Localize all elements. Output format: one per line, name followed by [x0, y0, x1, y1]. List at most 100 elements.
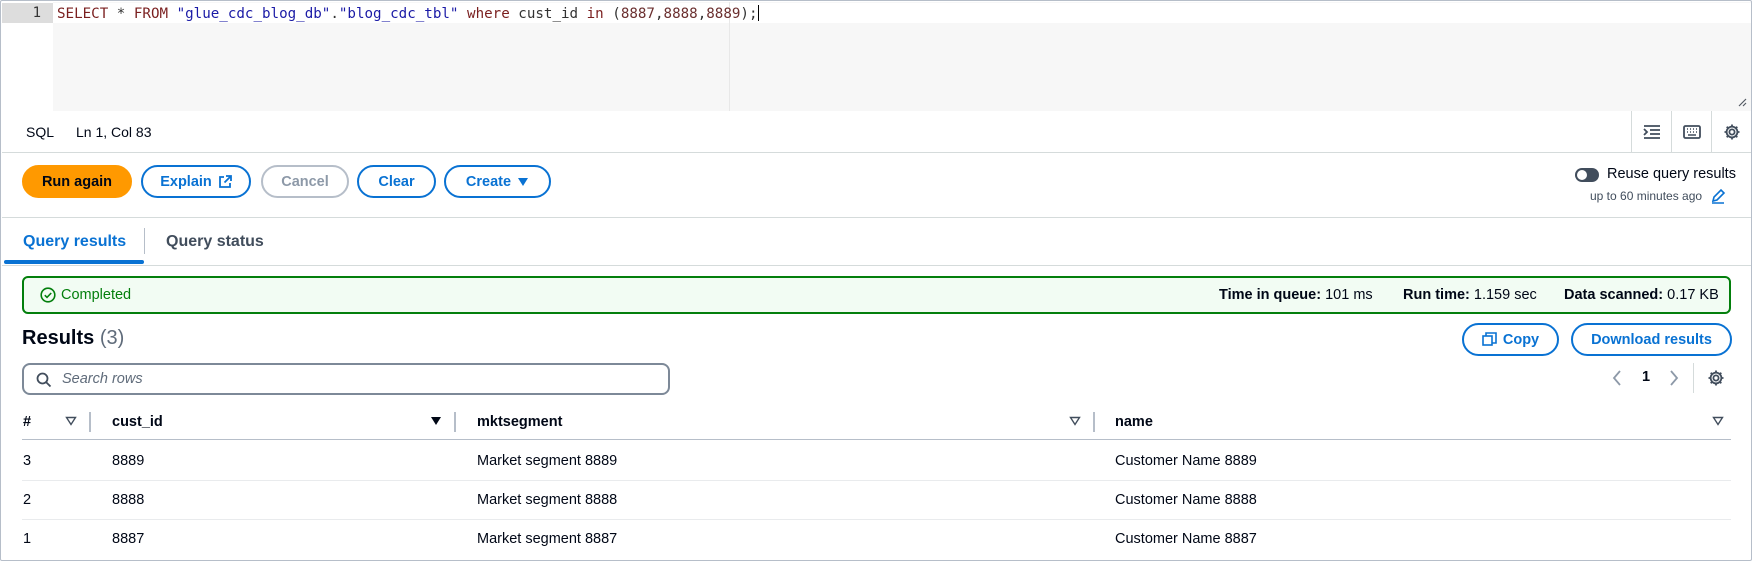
results-heading: Results (3)	[22, 327, 124, 350]
sort-caret-icon[interactable]	[65, 416, 77, 426]
language-label: SQL	[26, 124, 55, 140]
reuse-results-toggle[interactable]	[1575, 168, 1599, 182]
gutter-active-line	[2, 3, 53, 23]
cell-index: 1	[23, 531, 32, 547]
run-again-button[interactable]: Run again	[22, 165, 132, 198]
line-number: 1	[32, 5, 41, 21]
edit-pencil-icon[interactable]	[1710, 188, 1726, 204]
status-text: Completed	[61, 287, 132, 303]
tab-query-status[interactable]: Query status	[166, 233, 264, 251]
cell-index: 3	[23, 453, 32, 469]
keyword-from: FROM	[133, 6, 169, 22]
search-icon	[36, 372, 52, 388]
time-in-queue: Time in queue: 101 ms	[1219, 287, 1373, 303]
keyword-select: SELECT	[57, 6, 109, 22]
format-indent-button[interactable]	[1631, 111, 1671, 152]
active-tab-indicator	[4, 260, 144, 264]
reuse-results-age: up to 60 minutes ago	[1590, 189, 1703, 203]
search-input[interactable]	[60, 369, 650, 389]
cancel-label: Cancel	[281, 173, 329, 190]
cursor-position: Ln 1, Col 83	[76, 124, 152, 140]
sort-caret-icon[interactable]	[1712, 416, 1724, 426]
data-scanned-label: Data scanned:	[1564, 287, 1664, 303]
sort-caret-icon[interactable]	[1069, 416, 1081, 426]
check-circle-icon	[40, 287, 56, 303]
keyword-where: where	[467, 6, 510, 22]
code-area[interactable]: SELECT * FROM "glue_cdc_blog_db"."blog_c…	[53, 2, 1751, 111]
cancel-button[interactable]: Cancel	[261, 165, 349, 198]
search-rows-field[interactable]	[22, 363, 670, 395]
cell-name: Customer Name 8888	[1115, 492, 1257, 508]
create-dropdown-button[interactable]: Create	[444, 165, 551, 198]
sort-caret-icon[interactable]	[430, 416, 442, 426]
tab-query-results[interactable]: Query results	[23, 233, 126, 251]
cell-name: Customer Name 8887	[1115, 531, 1257, 547]
database-identifier: "glue_cdc_blog_db"	[176, 6, 331, 22]
column-resizer[interactable]	[1093, 412, 1095, 432]
table-settings-icon[interactable]	[1707, 369, 1725, 387]
run-time: Run time: 1.159 sec	[1403, 287, 1537, 303]
tabs-bottom-border	[2, 265, 1751, 266]
text-cursor	[757, 5, 759, 21]
code-token: );	[740, 6, 758, 22]
keyboard-shortcuts-button[interactable]	[1671, 111, 1711, 152]
cell-cust-id: 8888	[112, 492, 145, 508]
data-scanned-value: 0.17 KB	[1667, 287, 1719, 303]
settings-icon	[1724, 124, 1739, 139]
cell-mktsegment: Market segment 8888	[477, 492, 618, 508]
number-literal: 8888	[663, 6, 698, 22]
cell-mktsegment: Market segment 8887	[477, 531, 618, 547]
external-link-icon	[218, 174, 232, 188]
current-page[interactable]: 1	[1642, 369, 1650, 385]
caret-down-icon	[518, 177, 529, 186]
cell-cust-id: 8889	[112, 453, 145, 469]
download-label: Download results	[1591, 331, 1712, 348]
row-divider	[22, 519, 1731, 520]
run-again-label: Run again	[41, 173, 113, 190]
column-header-cust-id[interactable]: cust_id	[112, 414, 163, 430]
keyword-in: in	[586, 6, 604, 22]
indent-icon	[1642, 124, 1660, 139]
section-divider	[2, 217, 1751, 218]
column-header-index[interactable]: #	[23, 414, 31, 430]
chevron-right-icon[interactable]	[1668, 369, 1680, 387]
time-in-queue-label: Time in queue:	[1219, 287, 1322, 303]
clear-button[interactable]: Clear	[357, 165, 436, 198]
status-indicator: Completed	[40, 287, 131, 303]
toggle-knob	[1577, 170, 1587, 180]
query-text[interactable]: SELECT * FROM "glue_cdc_blog_db"."blog_c…	[57, 5, 759, 22]
reuse-results-label: Reuse query results	[1607, 166, 1736, 182]
number-literal: 8887	[620, 6, 655, 22]
code-token: ,	[697, 6, 707, 22]
query-status-banner: Completed Time in queue: 101 ms Run time…	[22, 276, 1731, 314]
chevron-left-icon[interactable]	[1611, 369, 1623, 387]
column-resizer[interactable]	[89, 412, 91, 432]
column-resizer[interactable]	[454, 412, 456, 432]
sql-editor[interactable]: 1 SELECT * FROM "glue_cdc_blog_db"."blog…	[2, 2, 1751, 111]
time-in-queue-value: 101 ms	[1325, 287, 1373, 303]
cell-cust-id: 8887	[112, 531, 145, 547]
copy-button[interactable]: Copy	[1462, 323, 1559, 356]
editor-settings-button[interactable]	[1711, 111, 1751, 152]
results-count: (3)	[99, 327, 125, 349]
data-scanned: Data scanned: 0.17 KB	[1564, 287, 1719, 303]
column-header-name[interactable]: name	[1115, 414, 1153, 430]
download-results-button[interactable]: Download results	[1571, 323, 1732, 356]
cell-mktsegment: Market segment 8889	[477, 453, 618, 469]
explain-button[interactable]: Explain	[141, 165, 251, 198]
editor-gutter: 1	[2, 2, 53, 111]
code-token: .	[330, 6, 339, 22]
explain-label: Explain	[160, 173, 212, 190]
code-token: cust_id	[509, 6, 587, 22]
run-time-value: 1.159 sec	[1473, 287, 1537, 303]
code-token: ,	[654, 6, 664, 22]
copy-label: Copy	[1502, 331, 1540, 348]
cell-name: Customer Name 8889	[1115, 453, 1257, 469]
cell-index: 2	[23, 492, 32, 508]
code-token: (	[603, 6, 621, 22]
run-time-label: Run time:	[1403, 287, 1470, 303]
table-identifier: "blog_cdc_tbl"	[338, 6, 459, 22]
column-header-mktsegment[interactable]: mktsegment	[477, 414, 562, 430]
resize-grip-icon[interactable]	[1737, 97, 1747, 107]
